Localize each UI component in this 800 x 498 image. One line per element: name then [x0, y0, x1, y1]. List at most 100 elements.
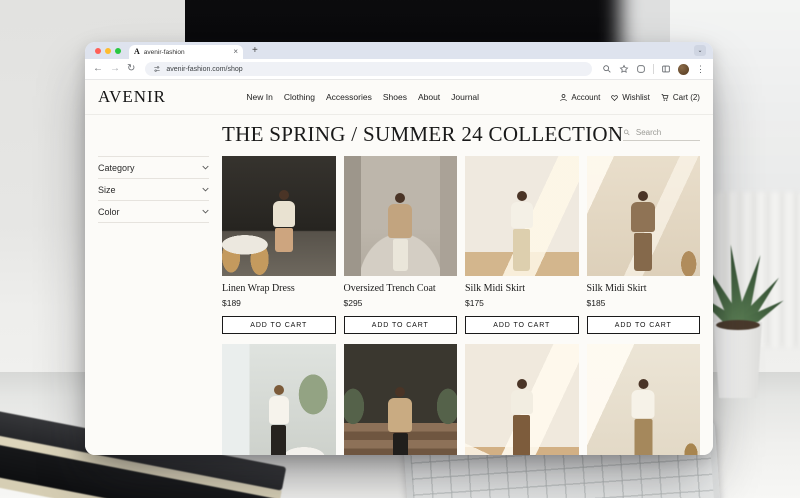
- new-tab-button[interactable]: +: [252, 46, 258, 56]
- model-figure: [269, 385, 289, 455]
- filter-label: Category: [98, 163, 135, 173]
- search-icon: [623, 128, 631, 137]
- cart-icon: [660, 93, 670, 102]
- tab-title: avenir-fashion: [144, 49, 230, 56]
- close-window-button[interactable]: [95, 48, 101, 54]
- site-header: AVENIR New In Clothing Accessories Shoes…: [85, 80, 713, 115]
- main-nav: New In Clothing Accessories Shoes About …: [246, 92, 479, 102]
- nav-item-about[interactable]: About: [418, 92, 440, 102]
- wishlist-link[interactable]: Wishlist: [610, 93, 650, 102]
- filter-label: Color: [98, 207, 120, 217]
- filter-size[interactable]: Size: [98, 179, 209, 201]
- product-card: [344, 344, 458, 455]
- forward-icon[interactable]: →: [110, 64, 120, 74]
- product-card: [465, 344, 579, 455]
- close-tab-icon[interactable]: ×: [233, 48, 238, 56]
- product-image[interactable]: [587, 156, 701, 276]
- product-name[interactable]: Linen Wrap Dress: [222, 283, 336, 294]
- add-to-cart-button[interactable]: ADD TO CART: [465, 316, 579, 334]
- wishlist-label: Wishlist: [622, 93, 650, 102]
- toolbar-actions: ⋮: [602, 64, 705, 75]
- site-settings-icon: [153, 65, 161, 73]
- chevron-down-icon: [202, 187, 209, 192]
- bookmark-star-icon[interactable]: [619, 64, 629, 74]
- chevron-down-icon: [202, 165, 209, 170]
- back-icon[interactable]: ←: [93, 64, 103, 74]
- product-card: Oversized Trench Coat $295 ADD TO CART: [344, 156, 458, 334]
- account-link[interactable]: Account: [559, 93, 600, 102]
- maximize-window-button[interactable]: [115, 48, 121, 54]
- url-text: avenir-fashion.com/shop: [166, 66, 242, 73]
- filter-category[interactable]: Category: [98, 157, 209, 179]
- product-card: [222, 344, 336, 455]
- model-figure: [632, 379, 655, 455]
- product-card: [587, 344, 701, 455]
- browser-toolbar: ← → ↻ avenir-fashion.com/shop ⋮: [85, 59, 713, 80]
- reload-icon[interactable]: ↻: [127, 64, 135, 74]
- extensions-icon[interactable]: [636, 64, 646, 74]
- account-icon: [559, 93, 568, 102]
- account-label: Account: [571, 93, 600, 102]
- product-card: Silk Midi Skirt $175 ADD TO CART: [465, 156, 579, 334]
- cart-link[interactable]: Cart (2): [660, 93, 700, 102]
- side-panel-icon[interactable]: [661, 64, 671, 74]
- zoom-icon[interactable]: [602, 64, 612, 74]
- window-controls[interactable]: [85, 48, 129, 54]
- nav-item-clothing[interactable]: Clothing: [284, 92, 315, 102]
- minimize-window-button[interactable]: [105, 48, 111, 54]
- nav-item-accessories[interactable]: Accessories: [326, 92, 372, 102]
- page-title: THE SPRING / SUMMER 24 COLLECTION: [222, 122, 623, 146]
- add-to-cart-button[interactable]: ADD TO CART: [344, 316, 458, 334]
- product-image[interactable]: [465, 344, 579, 455]
- profile-avatar[interactable]: [678, 64, 689, 75]
- nav-item-shoes[interactable]: Shoes: [383, 92, 407, 102]
- filter-label: Size: [98, 185, 116, 195]
- page-head: THE SPRING / SUMMER 24 COLLECTION: [85, 115, 713, 152]
- tab-bar: A avenir-fashion × + ⌄: [85, 42, 713, 59]
- product-price: $185: [587, 298, 701, 308]
- product-image[interactable]: [222, 156, 336, 276]
- search-box[interactable]: [623, 128, 700, 141]
- address-bar[interactable]: avenir-fashion.com/shop: [145, 62, 592, 76]
- model-figure: [388, 193, 412, 271]
- model-figure: [273, 190, 295, 252]
- content-area: Category Size Color Linen Wrap Dress $18…: [85, 152, 713, 455]
- product-image[interactable]: [465, 156, 579, 276]
- toolbar-divider: [653, 64, 654, 74]
- heart-icon: [610, 93, 619, 102]
- product-name[interactable]: Silk Midi Skirt: [465, 283, 579, 294]
- tab-search-chevron-icon[interactable]: ⌄: [694, 45, 706, 56]
- product-name[interactable]: Oversized Trench Coat: [344, 283, 458, 294]
- browser-window: A avenir-fashion × + ⌄ ← → ↻ avenir-fash…: [85, 42, 713, 455]
- product-card: Linen Wrap Dress $189 ADD TO CART: [222, 156, 336, 334]
- model-figure: [511, 379, 533, 455]
- chevron-down-icon: [202, 209, 209, 214]
- product-grid: Linen Wrap Dress $189 ADD TO CART Oversi…: [222, 156, 700, 455]
- nav-item-journal[interactable]: Journal: [451, 92, 479, 102]
- model-figure: [388, 387, 412, 455]
- menu-kebab-icon[interactable]: ⋮: [696, 65, 705, 74]
- product-price: $189: [222, 298, 336, 308]
- product-image[interactable]: [222, 344, 336, 455]
- product-name[interactable]: Silk Midi Skirt: [587, 283, 701, 294]
- add-to-cart-button[interactable]: ADD TO CART: [587, 316, 701, 334]
- product-price: $175: [465, 298, 579, 308]
- product-image[interactable]: [344, 156, 458, 276]
- tab-favicon: A: [134, 48, 140, 56]
- nav-item-new-in[interactable]: New In: [246, 92, 272, 102]
- add-to-cart-button[interactable]: ADD TO CART: [222, 316, 336, 334]
- product-image[interactable]: [344, 344, 458, 455]
- web-page: AVENIR New In Clothing Accessories Shoes…: [85, 80, 713, 455]
- header-utilities: Account Wishlist Cart (2): [559, 93, 700, 102]
- site-logo[interactable]: AVENIR: [98, 87, 166, 107]
- filter-color[interactable]: Color: [98, 201, 209, 223]
- model-figure: [631, 191, 655, 271]
- cart-label: Cart (2): [673, 93, 700, 102]
- product-card: Silk Midi Skirt $185 ADD TO CART: [587, 156, 701, 334]
- desk-scene: A avenir-fashion × + ⌄ ← → ↻ avenir-fash…: [0, 0, 800, 498]
- filter-sidebar: Category Size Color: [98, 156, 209, 455]
- browser-tab[interactable]: A avenir-fashion ×: [129, 45, 243, 59]
- model-figure: [511, 191, 533, 271]
- search-input[interactable]: [636, 128, 700, 137]
- product-image[interactable]: [587, 344, 701, 455]
